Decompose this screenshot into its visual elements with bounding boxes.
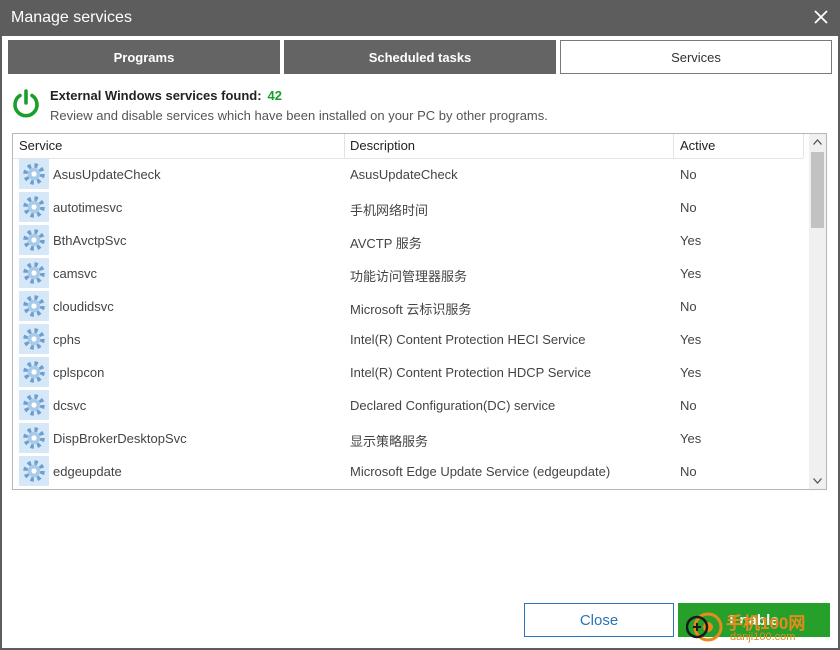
service-description: Microsoft Edge Update Service (edgeupdat… (350, 464, 611, 479)
tab-bar: Programs Scheduled tasks Services (8, 40, 832, 74)
gear-icon (19, 423, 49, 453)
gear-icon (19, 291, 49, 321)
service-name: autotimesvc (53, 200, 123, 215)
table-row[interactable]: cloudidsvc Microsoft 云标识服务 No (13, 290, 809, 323)
service-name: AsusUpdateCheck (53, 167, 161, 182)
tab-programs[interactable]: Programs (8, 40, 280, 74)
scroll-down-icon[interactable] (809, 473, 826, 489)
gear-icon (19, 324, 49, 354)
service-description: AsusUpdateCheck (350, 167, 458, 182)
table-row[interactable]: BthAvctpSvc AVCTP 服务 Yes (13, 224, 809, 257)
list-rows: AsusUpdateCheck AsusUpdateCheck No autotime… (13, 158, 809, 488)
table-row[interactable]: autotimesvc 手机网络时间 No (13, 191, 809, 224)
power-icon (10, 88, 42, 120)
services-found-label: External Windows services found: (50, 88, 262, 103)
service-description: Intel(R) Content Protection HECI Service (350, 332, 586, 347)
tab-label: Programs (113, 49, 175, 65)
gear-icon (19, 192, 49, 222)
service-name: cloudidsvc (53, 299, 114, 314)
tab-services[interactable]: Services (560, 40, 832, 74)
service-active: No (680, 299, 697, 314)
enable-button[interactable]: Enable (678, 603, 830, 637)
gear-icon (19, 456, 49, 486)
close-icon[interactable] (807, 3, 835, 31)
service-description: 手机网络时间 (350, 203, 429, 218)
table-row[interactable]: cplspcon Intel(R) Content Protection HDCP… (13, 356, 809, 389)
services-found-line: External Windows services found: 42 (50, 88, 282, 103)
gear-icon (19, 159, 49, 189)
services-found-count: 42 (267, 88, 283, 103)
gear-icon (19, 258, 49, 288)
tab-label: Scheduled tasks (368, 49, 472, 65)
service-name: edgeupdate (53, 464, 122, 479)
service-description: Intel(R) Content Protection HDCP Service (350, 365, 592, 380)
service-description: 功能访问管理器服务 (350, 269, 468, 284)
gear-icon (19, 390, 49, 420)
service-name: cplspcon (53, 365, 105, 380)
gear-icon (19, 357, 49, 387)
vertical-scrollbar[interactable] (809, 134, 826, 489)
service-name: BthAvctpSvc (53, 233, 127, 248)
list-header: Service Description Active (13, 134, 804, 159)
service-active: Yes (680, 266, 702, 281)
service-description: AVCTP 服务 (350, 236, 422, 251)
enable-button-label: Enable (729, 611, 779, 629)
close-button-label: Close (579, 611, 619, 629)
service-description: 显示策略服务 (350, 434, 429, 449)
service-name: DispBrokerDesktopSvc (53, 431, 187, 446)
service-active: Yes (680, 233, 702, 248)
column-header-service[interactable]: Service (13, 134, 345, 158)
gear-icon (19, 225, 49, 255)
column-header-active[interactable]: Active (674, 134, 804, 158)
scroll-up-icon[interactable] (809, 134, 826, 150)
service-name: dcsvc (53, 398, 87, 413)
window-title: Manage services (11, 9, 132, 26)
services-list: Service Description Active AsusUpdateChe… (12, 133, 827, 490)
service-name: camsvc (53, 266, 98, 281)
service-active: Yes (680, 365, 702, 380)
table-row[interactable]: DispBrokerDesktopSvc 显示策略服务 Yes (13, 422, 809, 455)
table-row[interactable]: cphs Intel(R) Content Protection HECI Ser… (13, 323, 809, 356)
service-active: No (680, 200, 697, 215)
title-bar: Manage services (0, 0, 840, 36)
services-description: Review and disable services which have b… (50, 108, 548, 123)
scroll-thumb[interactable] (811, 152, 824, 228)
service-active: No (680, 398, 697, 413)
table-row[interactable]: dcsvc Declared Configuration(DC) service N… (13, 389, 809, 422)
tab-label: Services (671, 49, 721, 65)
table-row[interactable]: edgeupdate Microsoft Edge Update Service … (13, 455, 809, 488)
table-row[interactable]: camsvc 功能访问管理器服务 Yes (13, 257, 809, 290)
service-active: No (680, 464, 697, 479)
close-button[interactable]: Close (524, 603, 674, 637)
service-name: cphs (53, 332, 81, 347)
service-active: Yes (680, 332, 702, 347)
table-row[interactable]: AsusUpdateCheck AsusUpdateCheck No (13, 158, 809, 191)
dialog-body: Programs Scheduled tasks Services Extern… (2, 36, 838, 648)
service-description: Microsoft 云标识服务 (350, 302, 472, 317)
column-header-description[interactable]: Description (344, 134, 674, 158)
service-active: Yes (680, 431, 702, 446)
service-description: Declared Configuration(DC) service (350, 398, 556, 413)
service-active: No (680, 167, 697, 182)
tab-scheduled-tasks[interactable]: Scheduled tasks (284, 40, 556, 74)
